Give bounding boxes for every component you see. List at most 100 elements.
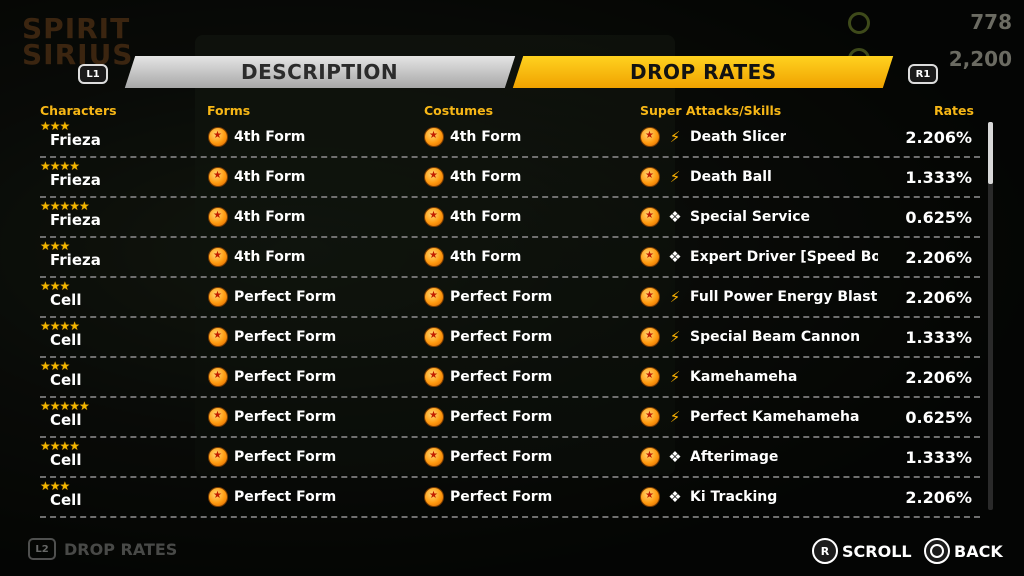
dragon-ball-icon	[424, 367, 444, 387]
dragon-ball-icon	[424, 207, 444, 227]
form-cell: Perfect Form	[208, 327, 336, 347]
currency-value: 2,200	[948, 47, 1012, 71]
flame-icon: ⚡	[669, 408, 681, 426]
dragon-ball-icon	[640, 367, 660, 387]
form-cell: 4th Form	[208, 167, 305, 187]
dragon-ball-icon	[640, 287, 660, 307]
rate-value: 1.333%	[905, 328, 972, 347]
form-label: Perfect Form	[234, 329, 337, 345]
tab-bar: L1 DESCRIPTION DROP RATES R1	[78, 56, 946, 88]
dragon-ball-icon	[208, 487, 228, 507]
tab-drop-rates[interactable]: DROP RATES	[512, 56, 894, 88]
circle-button-icon	[924, 538, 950, 564]
costume-cell: 4th Form	[424, 207, 521, 227]
form-cell: 4th Form	[208, 247, 305, 267]
skill-label: Death Ball	[690, 169, 772, 185]
costume-label: Perfect Form	[450, 369, 553, 385]
costume-cell: 4th Form	[424, 127, 521, 147]
header-rates: Rates	[934, 103, 974, 118]
l1-button[interactable]: L1	[78, 64, 108, 84]
diamond-icon: ❖	[668, 208, 682, 226]
skill-label: Full Power Energy Blast Volley	[690, 289, 878, 305]
l2-drop-rates-hint: L2 DROP RATES	[28, 538, 177, 560]
costume-label: 4th Form	[450, 249, 522, 265]
scrollbar-thumb[interactable]	[988, 122, 993, 184]
form-cell: 4th Form	[208, 207, 305, 227]
table-row[interactable]: ★★★★★ Frieza 4th Form 4th Form ❖ Special…	[40, 198, 980, 238]
form-cell: 4th Form	[208, 127, 305, 147]
flame-icon: ⚡	[669, 168, 681, 186]
table-row[interactable]: ★★★★★ Cell Perfect Form Perfect Form ⚡ P…	[40, 398, 980, 438]
diamond-icon: ❖	[668, 248, 682, 266]
flame-icon: ⚡	[669, 368, 681, 386]
rate-value: 2.206%	[905, 288, 972, 307]
table-row[interactable]: ★★★ Cell Perfect Form Perfect Form ⚡ Kam…	[40, 358, 980, 398]
scroll-hint[interactable]: R SCROLL	[812, 538, 912, 564]
form-cell: Perfect Form	[208, 367, 336, 387]
dragon-ball-icon	[640, 127, 660, 147]
form-label: 4th Form	[234, 169, 306, 185]
skill-label: Perfect Kamehameha	[690, 409, 860, 425]
skill-label: Special Beam Cannon	[690, 329, 861, 345]
dragon-ball-icon	[424, 407, 444, 427]
dragon-ball-icon	[208, 287, 228, 307]
l2-label: DROP RATES	[64, 539, 178, 559]
rate-value: 1.333%	[905, 168, 972, 187]
header-forms: Forms	[207, 103, 251, 118]
table-row[interactable]: ★★★ Frieza 4th Form 4th Form ❖ Expert Dr…	[40, 238, 980, 278]
diamond-icon: ❖	[668, 488, 682, 506]
form-label: Perfect Form	[234, 489, 337, 505]
dragon-ball-icon	[640, 407, 660, 427]
table-row[interactable]: ★★★ Cell Perfect Form Perfect Form ⚡ Ful…	[40, 278, 980, 318]
table-row[interactable]: ★★★ Cell Perfect Form Perfect Form ❖ Ki …	[40, 478, 980, 518]
skill-cell: ⚡ Perfect Kamehameha	[640, 407, 859, 427]
skill-cell: ⚡ Special Beam Cannon	[640, 327, 860, 347]
form-label: Perfect Form	[234, 369, 337, 385]
back-label: BACK	[954, 541, 1003, 561]
dragon-ball-icon	[424, 167, 444, 187]
header-costumes: Costumes	[424, 103, 494, 118]
rate-value: 1.333%	[905, 448, 972, 467]
skill-cell: ❖ Expert Driver [Speed Boost]	[640, 247, 878, 267]
costume-label: Perfect Form	[450, 409, 553, 425]
character-name: Cell	[50, 371, 82, 389]
dragon-ball-icon	[640, 447, 660, 467]
character-name: Frieza	[50, 171, 101, 189]
tab-description[interactable]: DESCRIPTION	[124, 56, 516, 88]
dragon-ball-icon	[424, 127, 444, 147]
dragon-ball-icon	[640, 487, 660, 507]
skill-cell: ⚡ Death Slicer	[640, 127, 786, 147]
form-label: 4th Form	[234, 249, 306, 265]
table-row[interactable]: ★★★★ Cell Perfect Form Perfect Form ⚡ Sp…	[40, 318, 980, 358]
tab-description-label: DESCRIPTION	[241, 60, 399, 84]
dragon-ball-icon	[640, 247, 660, 267]
table-row[interactable]: ★★★ Frieza 4th Form 4th Form ⚡ Death Sli…	[40, 118, 980, 158]
costume-label: 4th Form	[450, 129, 522, 145]
form-label: Perfect Form	[234, 409, 337, 425]
skill-label: Expert Driver [Speed Boost]	[690, 249, 878, 265]
table-row[interactable]: ★★★★ Cell Perfect Form Perfect Form ❖ Af…	[40, 438, 980, 478]
flame-icon: ⚡	[669, 128, 681, 146]
costume-cell: Perfect Form	[424, 407, 552, 427]
form-label: Perfect Form	[234, 289, 337, 305]
character-name: Frieza	[50, 211, 101, 229]
costume-label: Perfect Form	[450, 289, 553, 305]
currency-value: 778	[970, 10, 1012, 34]
form-cell: Perfect Form	[208, 407, 336, 427]
form-cell: Perfect Form	[208, 487, 336, 507]
r1-button[interactable]: R1	[908, 64, 938, 84]
character-name: Cell	[50, 331, 82, 349]
character-name: Frieza	[50, 131, 101, 149]
dragon-ball-icon	[424, 327, 444, 347]
scroll-label: SCROLL	[842, 541, 912, 561]
dragon-ball-icon	[208, 327, 228, 347]
skill-label: Special Service	[690, 209, 811, 225]
back-button[interactable]: BACK	[924, 538, 1003, 564]
skill-cell: ⚡ Death Ball	[640, 167, 772, 187]
form-label: 4th Form	[234, 129, 306, 145]
skill-label: Afterimage	[690, 449, 779, 465]
tab-drop-rates-label: DROP RATES	[629, 60, 777, 84]
costume-cell: Perfect Form	[424, 327, 552, 347]
rate-value: 2.206%	[905, 128, 972, 147]
table-row[interactable]: ★★★★ Frieza 4th Form 4th Form ⚡ Death Ba…	[40, 158, 980, 198]
